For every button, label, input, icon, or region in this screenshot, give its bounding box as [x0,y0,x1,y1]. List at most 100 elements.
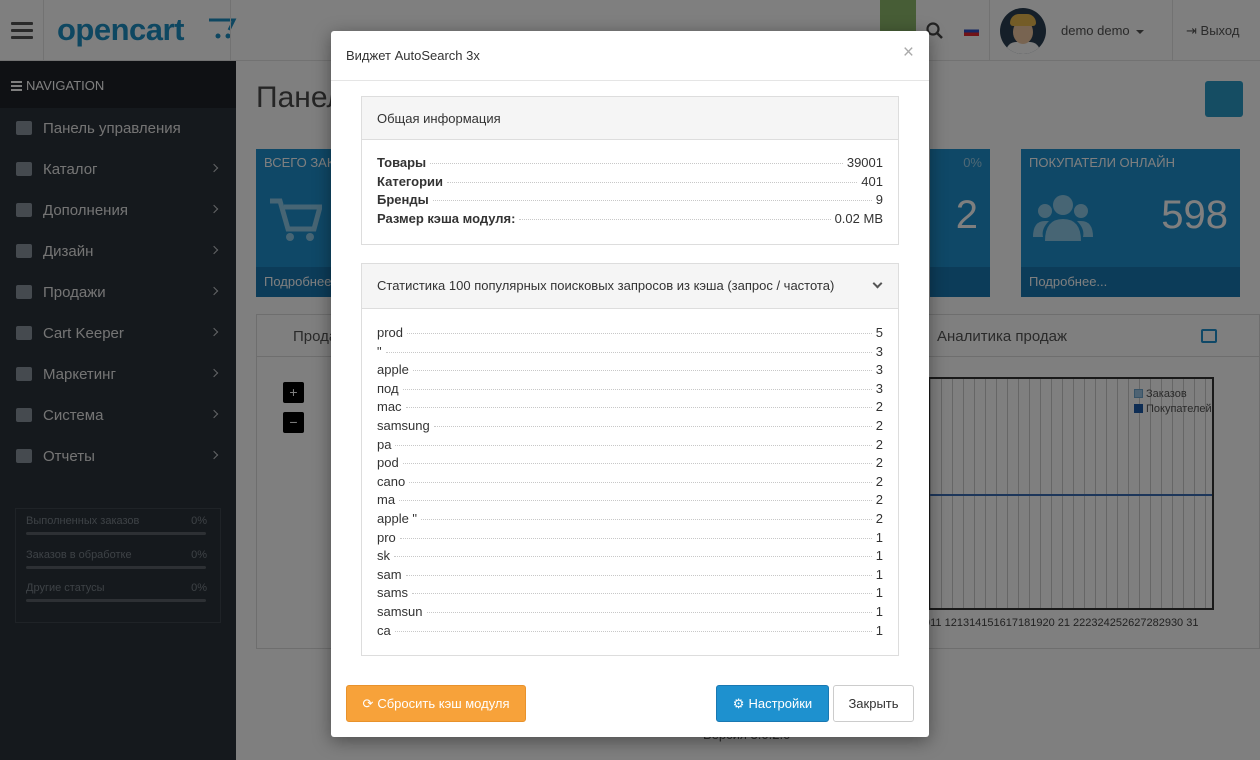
settings-button[interactable]: ⚙ Настройки [716,685,829,722]
chevron-down-icon[interactable] [872,278,883,289]
info-row-value: 39001 [846,155,883,170]
search-query-row-value: 3 [875,362,883,378]
search-query-row-label: samsung [377,417,430,433]
search-query-row-label: ca [377,622,391,638]
gears-icon: ⚙ [732,695,745,711]
search-query-row-value: 2 [875,455,883,471]
search-query-row-value: 3 [875,343,883,359]
search-query-row-value: 5 [875,325,883,340]
dotted-leader [426,611,872,613]
search-query-row-label: apple " [377,510,418,526]
dotted-leader [432,200,872,202]
settings-label: Настройки [748,696,813,711]
dotted-leader [394,556,872,558]
info-row-value: 9 [875,192,883,208]
search-query-row-label: ma [377,492,396,508]
search-query-row: sam 1 [362,567,898,586]
close-button[interactable]: Закрыть [833,685,914,722]
dotted-leader [447,181,858,183]
search-query-row-label: pod [377,455,399,471]
dotted-leader [402,463,872,465]
search-query-row: pa 2 [362,437,898,456]
search-query-row-value: 1 [875,622,883,638]
close-label: Закрыть [848,696,899,711]
modal-title: Виджет AutoSearch 3x [346,48,480,63]
info-row-label: Категории [377,173,444,189]
search-query-row-value: 1 [875,566,883,582]
info-row: Бренды 9 [362,192,898,211]
dotted-leader [407,333,872,334]
info-row: Категории 401 [362,174,898,193]
reset-cache-button[interactable]: ⟳ Сбросить кэш модуля [346,685,526,722]
search-query-row: sams 1 [362,585,898,604]
dotted-leader [409,481,872,483]
dotted-leader [430,163,843,164]
search-query-row: ca 1 [362,623,898,642]
modal-header: Виджет AutoSearch 3x × [331,31,929,81]
search-query-row-label: samsun [377,603,423,619]
dotted-leader [402,388,872,390]
search-query-row-label: pro [377,529,396,545]
dotted-leader [519,218,831,220]
dotted-leader [421,518,872,520]
general-info-box: Общая информация Товары 39001 Категории 401… [361,96,899,245]
search-query-row-value: 1 [875,585,883,601]
search-query-row-value: 2 [875,417,883,433]
search-query-row-value: 3 [875,380,883,396]
search-query-row: pod 2 [362,455,898,474]
search-query-row: mac 2 [362,399,898,418]
search-query-row-label: " [377,343,382,359]
search-query-row-value: 1 [875,603,883,619]
dotted-leader [394,630,872,632]
refresh-icon: ⟳ [362,695,374,711]
search-stats-box: Статистика 100 популярных поисковых запр… [361,263,899,656]
search-query-row-value: 2 [875,510,883,526]
search-query-row-label: pa [377,436,392,452]
search-query-row: ma 2 [362,492,898,511]
info-row-label: Товары [377,155,427,170]
search-query-row-label: sams [377,585,409,601]
dotted-leader [412,593,872,595]
search-query-row-label: mac [377,399,402,415]
search-query-row: apple " 2 [362,511,898,530]
search-query-row: apple 3 [362,362,898,381]
search-stats-list: prod 5 " 3 apple 3 под 3 mac 2 samsung 2 pa 2 pod 2 cano… [362,309,898,641]
search-query-row: sk 1 [362,548,898,567]
search-query-row: " 3 [362,344,898,363]
autosearch-widget-modal: Виджет AutoSearch 3x × Общая информация … [331,31,929,737]
search-query-row-label: apple [377,362,409,378]
box-title: Статистика 100 популярных поисковых запр… [377,278,835,293]
search-query-row-value: 2 [875,399,883,415]
search-query-row-label: под [377,380,399,396]
search-query-row-label: prod [377,325,404,340]
info-row: Размер кэша модуля: 0.02 MB [362,211,898,230]
dotted-leader [399,537,872,539]
dotted-leader [385,351,872,353]
search-query-row: prod 5 [362,325,898,344]
reset-cache-label: Сбросить кэш модуля [377,696,510,711]
dotted-leader [405,407,872,409]
dotted-leader [412,370,872,372]
search-query-row-label: sam [377,566,402,582]
search-query-row-value: 1 [875,548,883,564]
dotted-leader [395,444,872,446]
search-stats-heading[interactable]: Статистика 100 популярных поисковых запр… [362,264,898,309]
general-info-heading: Общая информация [362,97,898,140]
close-icon[interactable]: × [903,43,914,62]
info-row-label: Бренды [377,192,429,208]
dotted-leader [433,425,872,427]
box-title: Общая информация [377,111,501,126]
general-info-list: Товары 39001 Категории 401 Бренды 9 Размер кэш… [362,140,898,229]
search-query-row-label: cano [377,473,406,489]
dotted-leader [399,500,872,502]
search-query-row-label: sk [377,548,390,564]
info-row-value: 401 [861,173,883,189]
info-row-label: Размер кэша модуля: [377,210,516,226]
info-row: Товары 39001 [362,155,898,174]
search-query-row: под 3 [362,381,898,400]
dotted-leader [405,574,872,576]
search-query-row: samsung 2 [362,418,898,437]
search-query-row-value: 1 [875,529,883,545]
search-query-row-value: 2 [875,436,883,452]
search-query-row: cano 2 [362,474,898,493]
